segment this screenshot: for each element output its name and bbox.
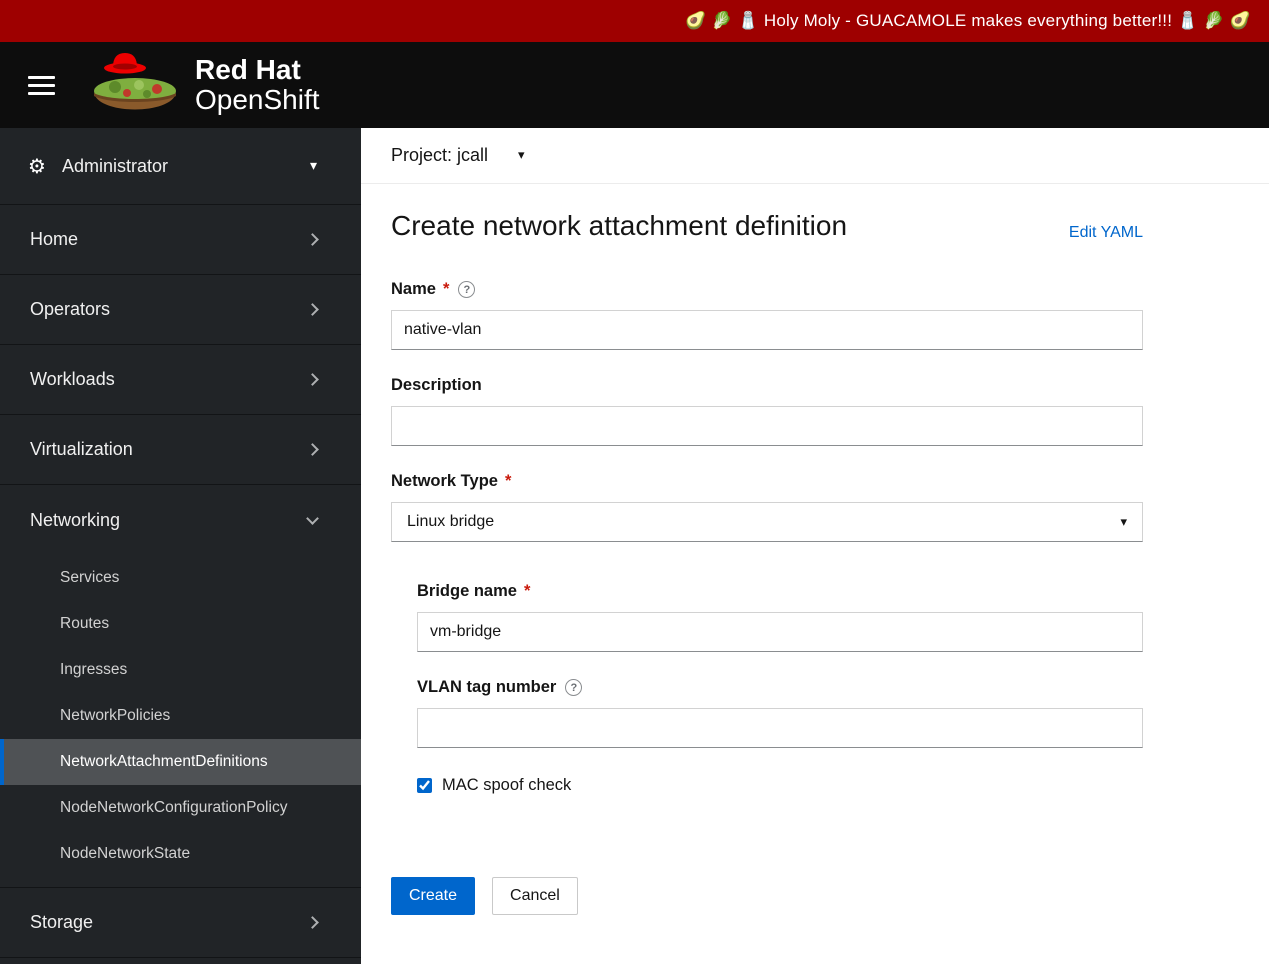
announcement-banner-text: 🥑 🥬 🧂 Holy Moly - GUACAMOLE makes everyt… xyxy=(684,11,1251,30)
sidebar-item-label: Operators xyxy=(30,299,111,319)
brand-text: Red Hat OpenShift xyxy=(195,53,320,115)
sidebar-item-label: Storage xyxy=(30,912,94,932)
subnav-item-label: NetworkPolicies xyxy=(60,707,171,724)
subnav-item-label: NodeNetworkState xyxy=(60,845,191,862)
sidebar-item-routes[interactable]: Routes xyxy=(0,601,361,647)
help-icon[interactable]: ? xyxy=(565,679,583,696)
announcement-banner: 🥑 🥬 🧂 Holy Moly - GUACAMOLE makes everyt… xyxy=(0,0,1269,42)
brand-logo[interactable]: Red Hat OpenShift xyxy=(77,49,320,121)
create-nad-form: Name * ? Description Network T xyxy=(391,280,1143,915)
subnav-item-label: Routes xyxy=(60,615,110,632)
subnav-item-label: Services xyxy=(60,569,120,586)
sidebar-item-label: Home xyxy=(30,229,79,249)
network-type-label: Network Type xyxy=(391,472,498,490)
hamburger-bar xyxy=(28,75,55,79)
page-title: Create network attachment definition xyxy=(391,210,848,241)
sidebar-item-nodenetworkstate[interactable]: NodeNetworkState xyxy=(0,831,361,877)
create-button[interactable]: Create xyxy=(391,877,476,915)
chevron-right-icon xyxy=(306,443,319,456)
sidebar-item-networking[interactable]: Networking xyxy=(0,485,361,555)
nav-toggle-button[interactable] xyxy=(28,71,55,100)
bridge-name-input[interactable] xyxy=(417,612,1143,652)
description-input[interactable] xyxy=(391,406,1143,446)
vlan-label: VLAN tag number xyxy=(417,678,557,696)
required-asterisk: * xyxy=(442,280,450,298)
sidebar-item-label: Networking xyxy=(30,509,121,530)
network-type-label-row: Network Type * xyxy=(391,472,1143,491)
required-asterisk: * xyxy=(504,472,512,490)
sidebar-item-virtualization[interactable]: Virtualization xyxy=(0,415,361,485)
bridge-subsection: Bridge name * VLAN tag number ? xyxy=(417,582,1143,795)
sidebar-item-nodenetworkconfigurationpolicy[interactable]: NodeNetworkConfigurationPolicy xyxy=(0,785,361,831)
sidebar-item-networkattachmentdefinitions[interactable]: NetworkAttachmentDefinitions xyxy=(0,739,361,785)
network-type-selected-value: Linux bridge xyxy=(407,513,495,530)
form-actions: Create Cancel xyxy=(391,877,1143,915)
cancel-button[interactable]: Cancel xyxy=(492,877,578,915)
sidebar-item-storage[interactable]: Storage xyxy=(0,888,361,958)
required-asterisk: * xyxy=(523,582,531,600)
mac-spoof-row: MAC spoof check xyxy=(417,776,1143,795)
mac-spoof-checkbox[interactable] xyxy=(417,778,432,793)
guacamole-bowl-logo-icon xyxy=(94,53,176,110)
chevron-right-icon xyxy=(306,303,319,316)
caret-down-icon: ▾ xyxy=(309,158,317,174)
sidebar-item-home[interactable]: Home xyxy=(0,205,361,275)
bridge-name-label-row: Bridge name * xyxy=(417,582,1143,601)
vlan-input[interactable] xyxy=(417,708,1143,748)
perspective-switcher[interactable]: ⚙ Administrator ▾ xyxy=(0,128,361,205)
gear-icon: ⚙ xyxy=(28,154,46,178)
name-label-row: Name * ? xyxy=(391,280,1143,299)
sidebar-item-operators[interactable]: Operators xyxy=(0,275,361,345)
sidebar-item-label: Workloads xyxy=(30,369,115,389)
help-icon[interactable]: ? xyxy=(458,281,476,298)
caret-down-icon: ▾ xyxy=(1120,514,1127,530)
chevron-right-icon xyxy=(306,373,319,386)
subnav-item-label: NodeNetworkConfigurationPolicy xyxy=(60,799,288,816)
page-content: Create network attachment definition Edi… xyxy=(361,184,1269,915)
title-row: Create network attachment definition Edi… xyxy=(391,210,1143,242)
sidebar-item-label: Virtualization xyxy=(30,439,133,459)
sidebar-item-ingresses[interactable]: Ingresses xyxy=(0,647,361,693)
chevron-right-icon xyxy=(306,916,319,929)
sidebar-item-services[interactable]: Services xyxy=(0,555,361,601)
subnav-item-label: NetworkAttachmentDefinitions xyxy=(60,753,268,770)
description-label-row: Description xyxy=(391,376,1143,395)
name-form-group: Name * ? xyxy=(391,280,1143,350)
bridge-name-label: Bridge name xyxy=(417,582,517,600)
vlan-form-group: VLAN tag number ? xyxy=(417,678,1143,748)
perspective-switcher-left: ⚙ Administrator xyxy=(28,154,168,178)
app-layout: ⚙ Administrator ▾ Home Operators Workloa… xyxy=(0,128,1269,964)
hamburger-bar xyxy=(28,91,55,95)
edit-yaml-link[interactable]: Edit YAML xyxy=(1069,224,1143,242)
mac-spoof-label: MAC spoof check xyxy=(442,776,572,794)
masthead: Red Hat OpenShift xyxy=(0,42,1269,128)
hamburger-bar xyxy=(28,83,55,87)
subnav-item-label: Ingresses xyxy=(60,661,128,678)
sidebar-nav: ⚙ Administrator ▾ Home Operators Workloa… xyxy=(0,128,361,964)
project-selector[interactable]: Project: jcall xyxy=(391,145,488,166)
description-label: Description xyxy=(391,376,482,394)
networking-subnav: Services Routes Ingresses NetworkPolicie… xyxy=(0,555,361,888)
project-bar: Project: jcall ▾ xyxy=(361,128,1269,184)
chevron-right-icon xyxy=(306,233,319,246)
main-area: Project: jcall ▾ Create network attachme… xyxy=(361,128,1269,964)
brand-line1: Red Hat xyxy=(195,53,301,85)
sidebar-item-networkpolicies[interactable]: NetworkPolicies xyxy=(0,693,361,739)
name-label: Name xyxy=(391,280,436,298)
name-input[interactable] xyxy=(391,310,1143,350)
bridge-name-form-group: Bridge name * xyxy=(417,582,1143,652)
caret-down-icon[interactable]: ▾ xyxy=(518,148,525,163)
brand-line2: OpenShift xyxy=(195,84,320,115)
chevron-down-icon xyxy=(306,511,319,525)
description-form-group: Description xyxy=(391,376,1143,446)
vlan-label-row: VLAN tag number ? xyxy=(417,678,1143,697)
network-type-form-group: Network Type * Linux bridge ▾ xyxy=(391,472,1143,542)
perspective-label: Administrator xyxy=(61,155,168,176)
network-type-select[interactable]: Linux bridge ▾ xyxy=(391,502,1143,542)
sidebar-item-workloads[interactable]: Workloads xyxy=(0,345,361,415)
